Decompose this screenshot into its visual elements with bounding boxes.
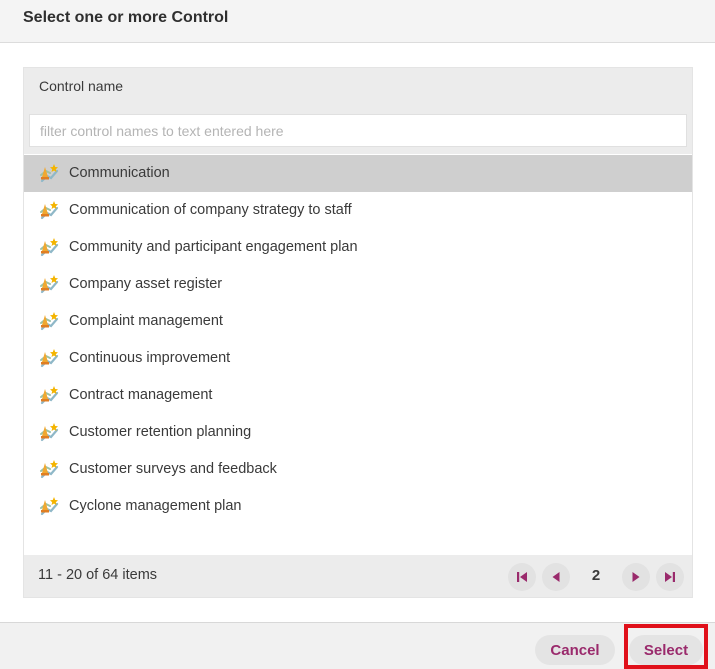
column-header-control-name[interactable]: Control name (39, 78, 123, 94)
previous-page-icon (552, 572, 560, 582)
last-page-button[interactable] (656, 563, 684, 591)
grid-header: Control name (24, 68, 692, 154)
select-button[interactable]: Select (629, 635, 703, 665)
list-item[interactable]: Communication (24, 155, 692, 192)
control-icon (40, 275, 59, 294)
filter-input[interactable] (29, 114, 687, 147)
dialog-header: Select one or more Control (0, 0, 715, 43)
control-icon (40, 423, 59, 442)
list-item[interactable]: Communication of company strategy to sta… (24, 192, 692, 229)
list-item[interactable]: Continuous improvement (24, 340, 692, 377)
list-item[interactable]: Cyclone management plan (24, 488, 692, 525)
list-item-label: Communication (69, 165, 170, 181)
pager-info: 11 - 20 of 64 items (38, 567, 158, 583)
list-item[interactable]: Customer retention planning (24, 414, 692, 451)
list-item[interactable]: Complaint management (24, 303, 692, 340)
dialog-footer: Cancel Select (0, 622, 715, 669)
pager: 11 - 20 of 64 items 2 (24, 555, 692, 597)
control-icon (40, 460, 59, 479)
list-item-label: Community and participant engagement pla… (69, 239, 358, 255)
list-item-label: Continuous improvement (69, 350, 231, 366)
control-list: Communication Communication of company s… (24, 155, 692, 525)
dialog-title: Select one or more Control (23, 9, 229, 26)
control-icon (40, 201, 59, 220)
next-page-button[interactable] (622, 563, 650, 591)
first-page-icon (517, 572, 527, 582)
control-icon (40, 312, 59, 331)
list-item-label: Customer surveys and feedback (69, 461, 277, 477)
next-page-icon (632, 572, 640, 582)
list-item-label: Company asset register (69, 276, 223, 292)
control-icon (40, 164, 59, 183)
control-icon (40, 497, 59, 516)
list-item[interactable]: Customer surveys and feedback (24, 451, 692, 488)
control-icon (40, 349, 59, 368)
last-page-icon (665, 572, 675, 582)
previous-page-button[interactable] (542, 563, 570, 591)
list-item-label: Customer retention planning (69, 424, 252, 440)
control-icon (40, 386, 59, 405)
list-item[interactable]: Contract management (24, 377, 692, 414)
list-item-label: Cyclone management plan (69, 498, 242, 514)
cancel-button[interactable]: Cancel (535, 635, 615, 665)
control-grid: Control name Communication Communication… (23, 67, 693, 598)
list-item[interactable]: Company asset register (24, 266, 692, 303)
first-page-button[interactable] (508, 563, 536, 591)
control-icon (40, 238, 59, 257)
list-item-label: Contract management (69, 387, 213, 403)
list-item-label: Complaint management (69, 313, 223, 329)
list-item[interactable]: Community and participant engagement pla… (24, 229, 692, 266)
current-page-number[interactable]: 2 (584, 567, 608, 584)
list-item-label: Communication of company strategy to sta… (69, 202, 352, 218)
